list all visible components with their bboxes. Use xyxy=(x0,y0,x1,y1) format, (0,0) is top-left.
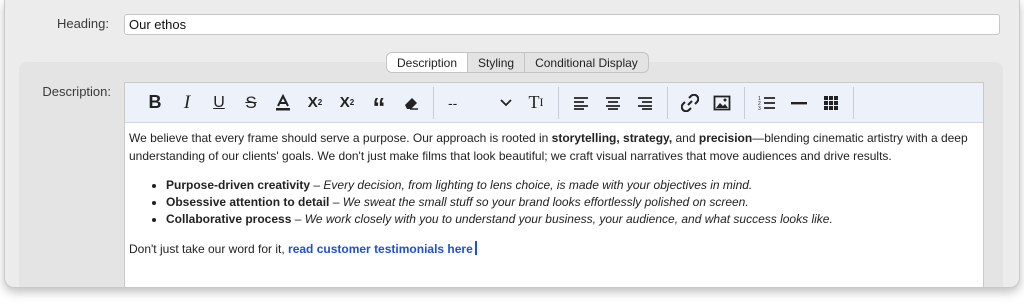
list-item-dash: – xyxy=(291,212,305,226)
table-icon[interactable] xyxy=(815,87,847,119)
testimonials-link[interactable]: read customer testimonials here xyxy=(288,242,473,256)
rich-text-editor: B I U S X2 X2 “ -- TI 1 2 3 We believe t… xyxy=(124,82,984,287)
list-item-text: Every decision, from lighting to lens ch… xyxy=(323,178,753,192)
align-center-icon[interactable] xyxy=(597,87,629,119)
intro-bold-text: storytelling, strategy, xyxy=(551,131,673,145)
editor-content[interactable]: We believe that every frame should serve… xyxy=(125,123,983,276)
list-item-dash: – xyxy=(310,178,324,192)
bold-icon[interactable]: B xyxy=(139,87,171,119)
intro-text: and xyxy=(672,131,699,145)
blockquote-icon[interactable]: “ xyxy=(363,87,395,120)
image-icon[interactable] xyxy=(706,87,738,119)
heading-row: Heading: xyxy=(5,10,1019,36)
description-label: Description: xyxy=(42,84,111,99)
list-item-title: Obsessive attention to detail xyxy=(166,195,330,209)
toolbar-separator xyxy=(853,86,854,119)
toolbar-separator xyxy=(744,86,745,119)
subscript-icon[interactable]: X2 xyxy=(331,87,363,119)
toolbar-separator xyxy=(558,86,559,119)
align-right-icon[interactable] xyxy=(629,87,661,119)
list-item-title: Collaborative process xyxy=(166,212,292,226)
clear-format-icon[interactable] xyxy=(395,87,427,119)
strikethrough-icon[interactable]: S xyxy=(235,87,267,119)
tab-description[interactable]: Description xyxy=(387,53,469,72)
italic-icon[interactable]: I xyxy=(171,87,203,119)
text-cursor xyxy=(474,241,477,255)
ordered-list-icon[interactable]: 123 xyxy=(751,87,783,119)
list-item: Obsessive attention to detail – We sweat… xyxy=(166,194,979,211)
toolbar-separator xyxy=(433,86,434,119)
intro-text: We believe that every frame should serve… xyxy=(129,131,552,145)
align-left-icon[interactable] xyxy=(565,87,597,119)
tab-styling[interactable]: Styling xyxy=(468,53,526,72)
intro-paragraph: We believe that every frame should serve… xyxy=(129,129,979,165)
horizontal-rule-icon[interactable] xyxy=(783,87,815,119)
block-format-select[interactable]: -- xyxy=(440,88,520,118)
heading-label: Heading: xyxy=(56,16,109,31)
editor-toolbar: B I U S X2 X2 “ -- TI 1 2 3 xyxy=(125,83,983,123)
block-format-value: -- xyxy=(448,94,458,111)
list-item-text: We sweat the small stuff so your brand l… xyxy=(342,195,749,209)
superscript-icon[interactable]: X2 xyxy=(299,87,331,119)
list-item: Purpose-driven creativity – Every decisi… xyxy=(166,177,979,194)
heading-input[interactable] xyxy=(124,14,1000,35)
form-window: Heading: Description Styling Conditional… xyxy=(4,0,1020,288)
toolbar-separator xyxy=(667,86,668,119)
underline-icon[interactable]: U xyxy=(203,87,235,119)
svg-text:3: 3 xyxy=(758,106,761,111)
closing-paragraph: Don't just take our word for it, read cu… xyxy=(129,240,979,258)
chevron-down-icon xyxy=(500,98,512,106)
list-item: Collaborative process – We work closely … xyxy=(166,211,979,228)
list-item-title: Purpose-driven creativity xyxy=(166,178,311,192)
values-list: Purpose-driven creativity – Every decisi… xyxy=(166,177,979,228)
closing-text: Don't just take our word for it, xyxy=(129,242,289,256)
tab-conditional-display[interactable]: Conditional Display xyxy=(525,53,648,72)
list-item-text: We work closely with you to understand y… xyxy=(304,212,833,226)
intro-bold-text: precision xyxy=(698,131,753,145)
list-item-dash: – xyxy=(329,195,343,209)
text-size-icon[interactable]: TI xyxy=(520,87,552,119)
link-icon[interactable] xyxy=(674,87,706,119)
text-color-icon[interactable] xyxy=(267,87,299,119)
tab-bar: Description Styling Conditional Display xyxy=(386,52,649,73)
